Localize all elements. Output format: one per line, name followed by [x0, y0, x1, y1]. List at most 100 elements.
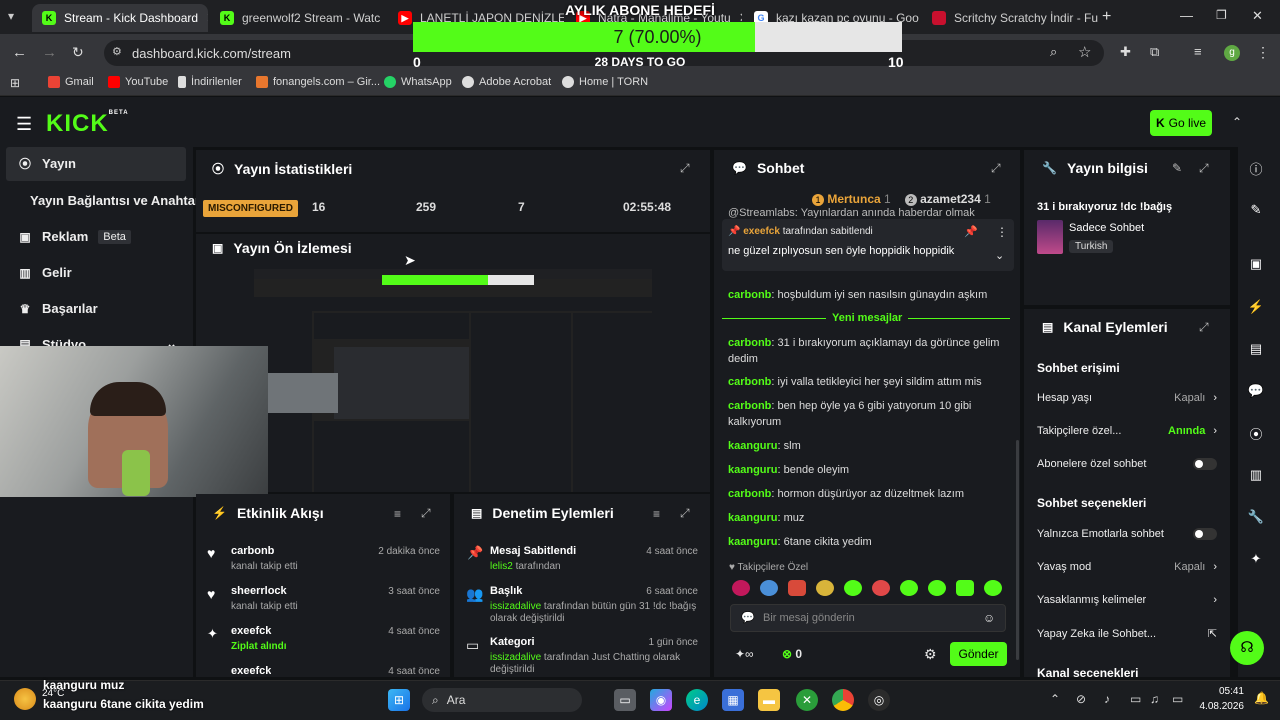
bookmark-youtube[interactable]: YouTube [108, 76, 168, 88]
emote-icon[interactable] [928, 580, 946, 596]
sidebar-item-achievements[interactable]: ♛ Başarılar [18, 301, 98, 316]
activity-user[interactable]: exeefck [231, 625, 271, 637]
account-age-row[interactable]: Hesap yaşı Kapalı › [1037, 392, 1217, 404]
obs-icon[interactable]: ◎ [868, 689, 890, 711]
emote-icon[interactable] [788, 580, 806, 596]
minimize-icon[interactable]: — [1180, 8, 1193, 23]
chat-user[interactable]: kaanguru [728, 536, 778, 548]
puzzle-icon[interactable]: ⧉ [1150, 44, 1159, 60]
back-icon[interactable]: ← [12, 44, 27, 61]
site-info-icon[interactable]: ⚙ [112, 45, 122, 58]
clock-date[interactable]: 4.08.2026 [1194, 701, 1245, 712]
windows-start-icon[interactable]: ⊞ [388, 689, 410, 711]
bookmark-acrobat[interactable]: Adobe Acrobat [462, 76, 551, 88]
chat-user[interactable]: carbonb [728, 337, 771, 349]
chat-user[interactable]: carbonb [728, 376, 771, 388]
bookmark-gmail[interactable]: Gmail [48, 76, 94, 88]
tab-greenwolf[interactable]: K greenwolf2 Stream - Watc ✕ [210, 4, 386, 32]
chat-scrollbar[interactable] [1016, 440, 1019, 660]
sidebar-item-ads[interactable]: ▣ Reklam Beta [18, 229, 131, 244]
activity-user[interactable]: sheerrlock [231, 585, 287, 597]
support-chat-icon[interactable]: ☊ [1230, 631, 1264, 665]
kick-points-icon[interactable]: ✦∞ [735, 647, 754, 661]
bookmark-fonangels[interactable]: fonangels.com – Gir... [256, 76, 380, 88]
banned-words-row[interactable]: Yasaklanmış kelimeler › [1037, 594, 1217, 606]
xbox-icon[interactable]: ✕ [796, 689, 818, 711]
emote-icon[interactable] [872, 580, 890, 596]
microphone-icon[interactable]: ♪ [1104, 692, 1110, 706]
filter-icon[interactable]: ≡ [394, 507, 401, 521]
leader-1[interactable]: 1 Mertunca 1 [812, 192, 891, 206]
volume-icon[interactable]: ♫ [1150, 692, 1159, 706]
notification-icon[interactable]: 🔔 [1254, 691, 1269, 705]
close-tab-icon[interactable]: ✕ [198, 10, 208, 26]
copilot-icon[interactable]: ◉ [650, 689, 672, 711]
chat-user[interactable]: kaanguru [728, 464, 778, 476]
hamburger-menu-icon[interactable]: ☰ [16, 114, 32, 135]
task-view-icon[interactable]: ▭ [614, 689, 636, 711]
emote-icon[interactable] [760, 580, 778, 596]
bookmark-star-icon[interactable]: ☆ [1078, 43, 1091, 61]
emote-icon[interactable] [956, 580, 974, 596]
bookmark-whatsapp[interactable]: WhatsApp [384, 76, 452, 88]
pinned-message[interactable]: 📌 exeefck tarafından sabitlendi 📌 ⋮ ne g… [722, 219, 1014, 271]
new-tab-icon[interactable]: + [1102, 8, 1111, 26]
sidebar-item-stream-key[interactable]: Yayın Bağlantısı ve Anahtarı [30, 193, 204, 208]
sidebar-item-revenue[interactable]: ▥ Gelir [18, 265, 71, 280]
chat-input[interactable]: 💬 Bir mesaj gönderin ☺ [730, 604, 1006, 632]
filter-icon[interactable]: ≡ [653, 507, 660, 521]
bookmark-downloads[interactable]: İndirilenler [178, 76, 242, 88]
edit-icon[interactable]: ✎ [1172, 161, 1182, 175]
network-icon[interactable]: ▭ [1130, 692, 1141, 706]
activity-user[interactable]: carbonb [231, 545, 274, 557]
category-name[interactable]: Sadece Sohbet [1069, 222, 1144, 234]
clock-time[interactable]: 05:41 [1208, 686, 1244, 697]
restore-icon[interactable]: ❐ [1216, 8, 1227, 22]
stream-preview-video[interactable] [254, 269, 652, 492]
weather-icon[interactable] [14, 688, 36, 710]
emote-icon[interactable] [900, 580, 918, 596]
send-button[interactable]: Gönder [950, 642, 1007, 666]
apps-icon[interactable]: ⊞ [10, 76, 20, 90]
chat-user[interactable]: carbonb [728, 289, 771, 301]
chat-user[interactable]: carbonb [728, 488, 771, 500]
subscribers-only-toggle[interactable] [1193, 458, 1217, 470]
expand-icon[interactable]: ⤢ [680, 506, 690, 521]
tab-kick-dashboard[interactable]: K Stream - Kick Dashboard ✕ [32, 4, 208, 32]
battery-icon[interactable]: ▭ [1172, 692, 1183, 706]
chat-user[interactable]: carbonb [728, 400, 771, 412]
mod-user[interactable]: lelis2 [490, 561, 513, 572]
points-display[interactable]: ⊗ 0 [782, 647, 802, 661]
taskbar-search[interactable]: ⌕ Ara [422, 688, 582, 712]
emoji-icon[interactable]: ☺ [983, 611, 995, 625]
close-tab-icon[interactable]: ✕ [919, 10, 920, 26]
broadcast-icon[interactable]: ⦿ [1242, 419, 1270, 447]
chat-user[interactable]: kaanguru [728, 512, 778, 524]
store-icon[interactable]: ▦ [722, 689, 744, 711]
expand-icon[interactable]: ⤢ [1199, 161, 1209, 176]
pin-icon[interactable]: ⌃ [1232, 115, 1242, 129]
forward-icon[interactable]: → [42, 44, 57, 61]
pinned-user[interactable]: exeefck [743, 226, 780, 237]
avatar[interactable]: g [1224, 45, 1240, 61]
info-icon[interactable]: ⓘ [1242, 154, 1270, 182]
chat-settings-icon[interactable]: ⚙ [924, 646, 937, 663]
expand-icon[interactable]: ⤢ [421, 506, 431, 521]
emote-icon[interactable] [816, 580, 834, 596]
ai-chat-row[interactable]: Yapay Zeka ile Sohbet... ⇱ [1037, 627, 1217, 641]
kick-points-icon[interactable]: ✦ [1242, 545, 1270, 573]
followers-only-row[interactable]: Takipçilere özel... Anında › [1037, 425, 1217, 437]
close-tab-icon[interactable]: ✕ [380, 10, 386, 26]
emotes-only-toggle[interactable] [1193, 528, 1217, 540]
lightning-icon[interactable]: ⚡ [1242, 293, 1270, 321]
sidebar-item-broadcast[interactable]: ⦿ Yayın [18, 156, 76, 171]
chat-user[interactable]: kaanguru [728, 440, 778, 452]
go-live-button[interactable]: K Go live [1150, 110, 1212, 136]
close-window-icon[interactable]: ✕ [1252, 8, 1263, 24]
tab-list-icon[interactable]: ▾ [8, 9, 24, 25]
kick-logo[interactable]: KICKBETA [46, 110, 129, 138]
menu-icon[interactable]: ⋮ [1256, 44, 1270, 61]
emote-icon[interactable] [984, 580, 1002, 596]
expand-icon[interactable]: ⤢ [680, 161, 690, 176]
tray-chevron-icon[interactable]: ⌃ [1050, 692, 1060, 706]
